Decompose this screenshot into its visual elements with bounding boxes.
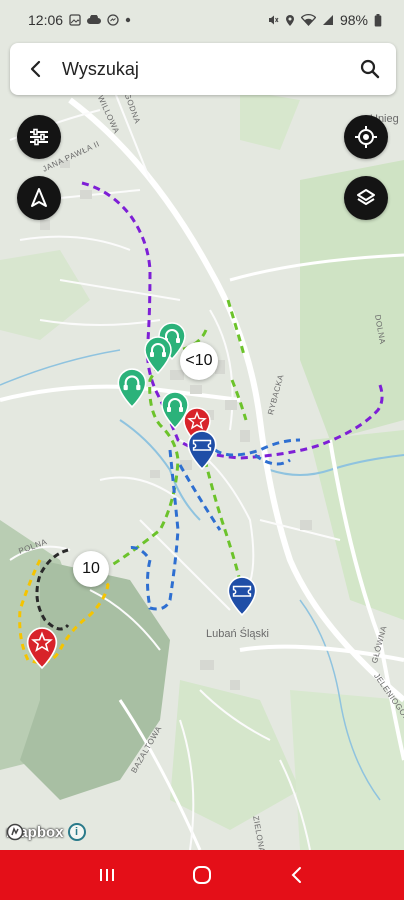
cluster-marker[interactable]: <10 [180, 342, 218, 380]
navigation-button[interactable] [17, 176, 61, 220]
messenger-icon [107, 14, 119, 26]
back-nav-button[interactable] [272, 855, 322, 895]
home-button[interactable] [177, 855, 227, 895]
search-icon [360, 59, 380, 79]
mapbox-logo: mapbox [6, 824, 64, 841]
back-button[interactable] [10, 43, 62, 95]
system-nav-bar [0, 850, 404, 900]
status-time: 12:06 [28, 12, 64, 28]
audio-marker[interactable] [116, 368, 148, 408]
dark-route [35, 548, 70, 631]
back-arrow-icon [30, 60, 41, 78]
back-icon [291, 867, 301, 883]
ticket-marker[interactable] [226, 576, 258, 616]
cloud-icon [87, 15, 101, 24]
star-marker[interactable] [25, 627, 59, 669]
battery-icon [374, 13, 382, 26]
filter-button[interactable] [17, 115, 61, 159]
recent-apps-icon [100, 869, 115, 881]
filter-icon [30, 128, 48, 146]
purple-route [81, 181, 384, 460]
image-icon [69, 14, 81, 26]
map-canvas[interactable]: POGODNA WILLOWA JANA PAWŁA II RYBACKA PO… [0, 0, 404, 850]
locate-icon [355, 126, 377, 148]
locate-button[interactable] [344, 115, 388, 159]
location-icon [285, 14, 294, 26]
mute-icon [268, 15, 279, 25]
cluster-marker[interactable]: 10 [73, 551, 109, 587]
status-bar: 12:06 98% [0, 0, 404, 40]
search-button[interactable] [344, 43, 396, 95]
layers-icon [357, 189, 375, 205]
navigation-arrow-icon [31, 188, 47, 207]
battery-percent: 98% [339, 12, 368, 28]
signal-icon [322, 15, 333, 25]
mapbox-logo-icon [6, 823, 24, 841]
recent-apps-button[interactable] [82, 855, 132, 895]
search-input[interactable] [62, 58, 344, 80]
map-attribution: mapbox i [6, 823, 86, 841]
wifi-icon [300, 14, 316, 26]
ticket-marker[interactable] [186, 430, 218, 470]
info-button[interactable]: i [67, 823, 86, 841]
search-bar [10, 43, 396, 95]
dot-icon [125, 17, 131, 23]
layers-button[interactable] [344, 176, 388, 220]
home-icon [192, 866, 211, 884]
